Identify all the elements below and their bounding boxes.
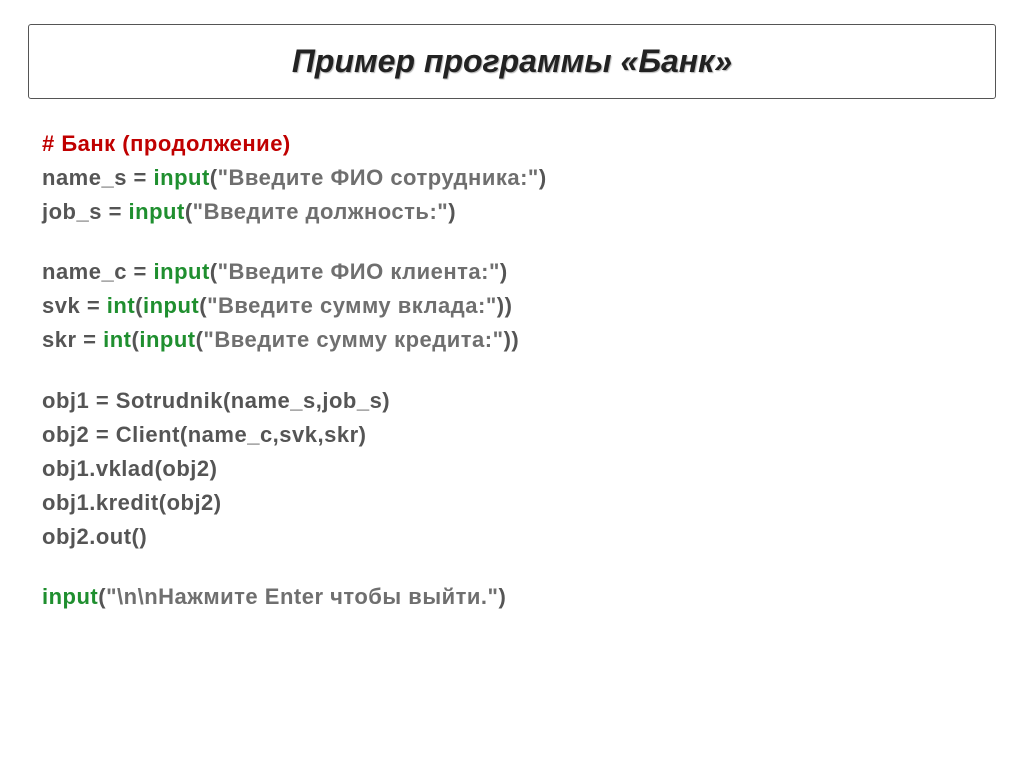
code-str: "Введите ФИО клиента:" — [218, 259, 500, 284]
code-text: )) — [504, 327, 520, 352]
title-box: Пример программы «Банк» — [28, 24, 996, 99]
code-fn: input — [143, 293, 199, 318]
blank-line — [42, 554, 982, 580]
code-str: "Введите должность:" — [193, 199, 449, 224]
code-line-5: skr = int(input("Введите сумму кредита:"… — [42, 323, 982, 357]
code-text: ) — [500, 259, 508, 284]
code-text: ) — [448, 199, 456, 224]
code-text: job_s = — [42, 199, 129, 224]
code-text: name_s = — [42, 165, 154, 190]
code-line-9: obj1.kredit(obj2) — [42, 486, 982, 520]
code-text: ( — [98, 584, 106, 609]
blank-line — [42, 358, 982, 384]
code-line-1: name_s = input("Введите ФИО сотрудника:"… — [42, 161, 982, 195]
code-str: "Введите сумму кредита:" — [203, 327, 503, 352]
code-line-3: name_c = input("Введите ФИО клиента:") — [42, 255, 982, 289]
code-text: ) — [539, 165, 547, 190]
code-line-8: obj1.vklad(obj2) — [42, 452, 982, 486]
code-line-4: svk = int(input("Введите сумму вклада:")… — [42, 289, 982, 323]
code-line-6: obj1 = Sotrudnik(name_s,job_s) — [42, 384, 982, 418]
slide-title: Пример программы «Банк» — [39, 43, 985, 80]
code-line-10: obj2.out() — [42, 520, 982, 554]
code-comment: # Банк (продолжение) — [42, 127, 982, 161]
code-fn: input — [154, 165, 210, 190]
code-text: ( — [185, 199, 193, 224]
code-text: ( — [210, 259, 218, 284]
code-line-7: obj2 = Client(name_c,svk,skr) — [42, 418, 982, 452]
code-str: "Введите сумму вклада:" — [207, 293, 497, 318]
code-fn: input — [139, 327, 195, 352]
code-line-11: input("\n\nНажмите Enter чтобы выйти.") — [42, 580, 982, 614]
slide: Пример программы «Банк» # Банк (продолже… — [0, 0, 1024, 767]
code-text: svk = — [42, 293, 107, 318]
blank-line — [42, 229, 982, 255]
code-fn: int — [103, 327, 131, 352]
code-text: name_c = — [42, 259, 154, 284]
code-fn: input — [42, 584, 98, 609]
code-str: "Введите ФИО сотрудника:" — [218, 165, 539, 190]
code-line-2: job_s = input("Введите должность:") — [42, 195, 982, 229]
code-block: # Банк (продолжение) name_s = input("Вве… — [28, 127, 996, 614]
code-text: ( — [135, 293, 143, 318]
code-fn: input — [154, 259, 210, 284]
code-text: ( — [199, 293, 207, 318]
code-fn: input — [129, 199, 185, 224]
code-fn: int — [107, 293, 135, 318]
code-text: ( — [210, 165, 218, 190]
code-text: skr = — [42, 327, 103, 352]
code-text: ) — [498, 584, 506, 609]
code-str: "\n\nНажмите Enter чтобы выйти." — [106, 584, 498, 609]
code-text: )) — [497, 293, 513, 318]
